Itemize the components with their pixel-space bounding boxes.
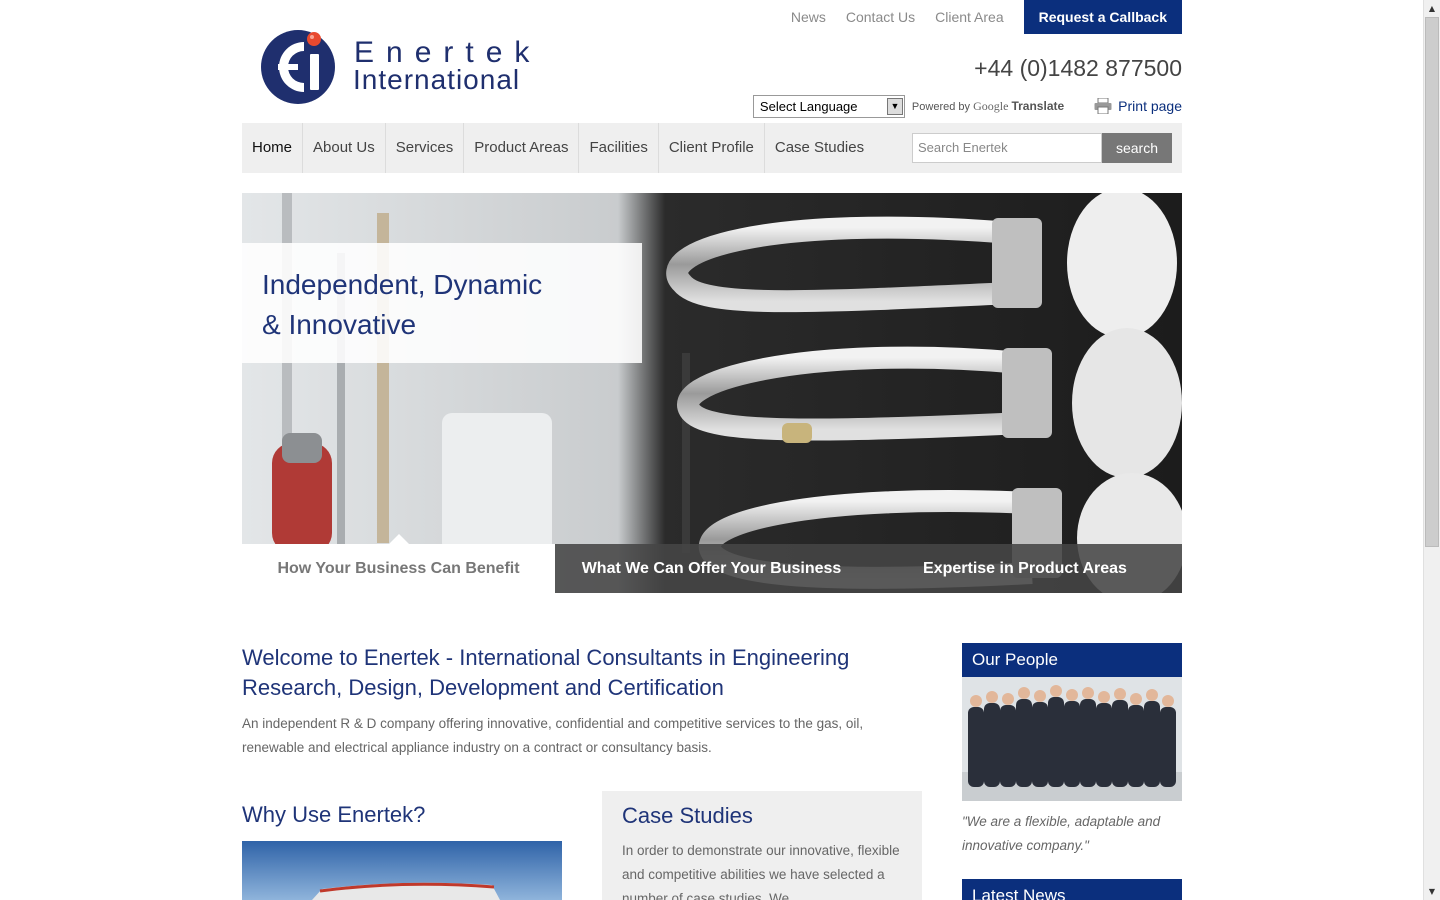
case-studies-heading[interactable]: Case Studies	[622, 803, 902, 829]
our-people-heading[interactable]: Our People	[962, 643, 1182, 677]
latest-news-heading[interactable]: Latest News	[962, 879, 1182, 900]
nav-item-about-us[interactable]: About Us	[303, 123, 386, 173]
google-logo-text: Google	[973, 98, 1009, 113]
people-quote: "We are a flexible, adaptable and innova…	[962, 814, 1161, 853]
nav-item-product-areas[interactable]: Product Areas	[464, 123, 580, 173]
language-select[interactable]: Select Language ▼	[752, 94, 905, 118]
contact-us-link[interactable]: Contact Us	[846, 9, 915, 25]
hero-caption-line2: & Innovative	[262, 309, 417, 340]
hero-tabs: How Your Business Can Benefit What We Ca…	[242, 534, 1182, 593]
welcome-text: An independent R & D company offering in…	[242, 716, 864, 755]
powered-by-google-translate[interactable]: Powered by Google Translate	[912, 99, 1064, 114]
welcome-heading: Welcome to Enertek - International Consu…	[242, 645, 850, 700]
hero-tab-expertise[interactable]: Expertise in Product Areas	[868, 544, 1182, 593]
case-studies-panel: Case Studies In order to demonstrate our…	[602, 791, 922, 900]
language-select-value: Select Language	[759, 98, 858, 114]
scrollbar-thumb[interactable]	[1425, 17, 1439, 547]
why-use-enertek-image[interactable]	[242, 841, 562, 900]
client-area-link[interactable]: Client Area	[935, 9, 1003, 25]
search-input[interactable]: Search Enertek	[912, 133, 1102, 163]
printer-icon	[1094, 98, 1112, 114]
scroll-down-arrow-icon[interactable]: ▼	[1424, 883, 1440, 900]
translate-label: Translate	[1011, 98, 1065, 113]
language-row: Select Language ▼ Powered by Google Tran…	[752, 94, 1182, 118]
why-use-enertek-heading[interactable]: Why Use Enertek?	[242, 802, 425, 828]
powered-by-label: Powered by	[911, 100, 971, 113]
hero-banner: Independent, Dynamic & Innovative How Yo…	[242, 193, 1182, 593]
page-container: News Contact Us Client Area Request a Ca…	[242, 0, 1182, 900]
site-logo[interactable]: Enertek International	[260, 28, 560, 108]
nav-item-facilities[interactable]: Facilities	[579, 123, 659, 173]
nav-item-services[interactable]: Services	[386, 123, 465, 173]
hero-caption-line1: Independent, Dynamic	[262, 269, 543, 300]
hero-caption: Independent, Dynamic & Innovative	[242, 243, 642, 363]
case-studies-text: In order to demonstrate our innovative, …	[622, 843, 900, 900]
sidebar: Our People "We are a flexible, adaptable…	[962, 643, 1182, 900]
nav-item-case-studies[interactable]: Case Studies	[765, 123, 874, 173]
hero-tab-what-we-offer[interactable]: What We Can Offer Your Business	[555, 544, 868, 593]
nav-item-client-profile[interactable]: Client Profile	[659, 123, 765, 173]
our-people-photo[interactable]	[962, 677, 1182, 801]
hero-tab-business-benefit[interactable]: How Your Business Can Benefit	[242, 534, 555, 593]
logo-text-international: International	[353, 64, 521, 95]
print-page-link[interactable]: Print page	[1094, 98, 1182, 114]
phone-number: +44 (0)1482 877500	[974, 55, 1182, 81]
nav-item-home[interactable]: Home	[242, 123, 304, 173]
page-scrollbar[interactable]: ▲ ▼	[1423, 0, 1440, 900]
search-form: Search Enertek search	[912, 133, 1172, 163]
main-nav: Home About Us Services Product Areas Fac…	[242, 123, 1182, 173]
news-link[interactable]: News	[791, 9, 826, 25]
request-callback-button[interactable]: Request a Callback	[1023, 0, 1182, 34]
search-button[interactable]: search	[1102, 133, 1172, 163]
scroll-up-arrow-icon[interactable]: ▲	[1424, 0, 1440, 17]
dropdown-arrow-icon[interactable]: ▼	[886, 97, 903, 115]
logo-mark-icon	[261, 30, 335, 104]
print-page-label: Print page	[1118, 98, 1182, 114]
top-utility-bar: News Contact Us Client Area Request a Ca…	[791, 0, 1182, 34]
